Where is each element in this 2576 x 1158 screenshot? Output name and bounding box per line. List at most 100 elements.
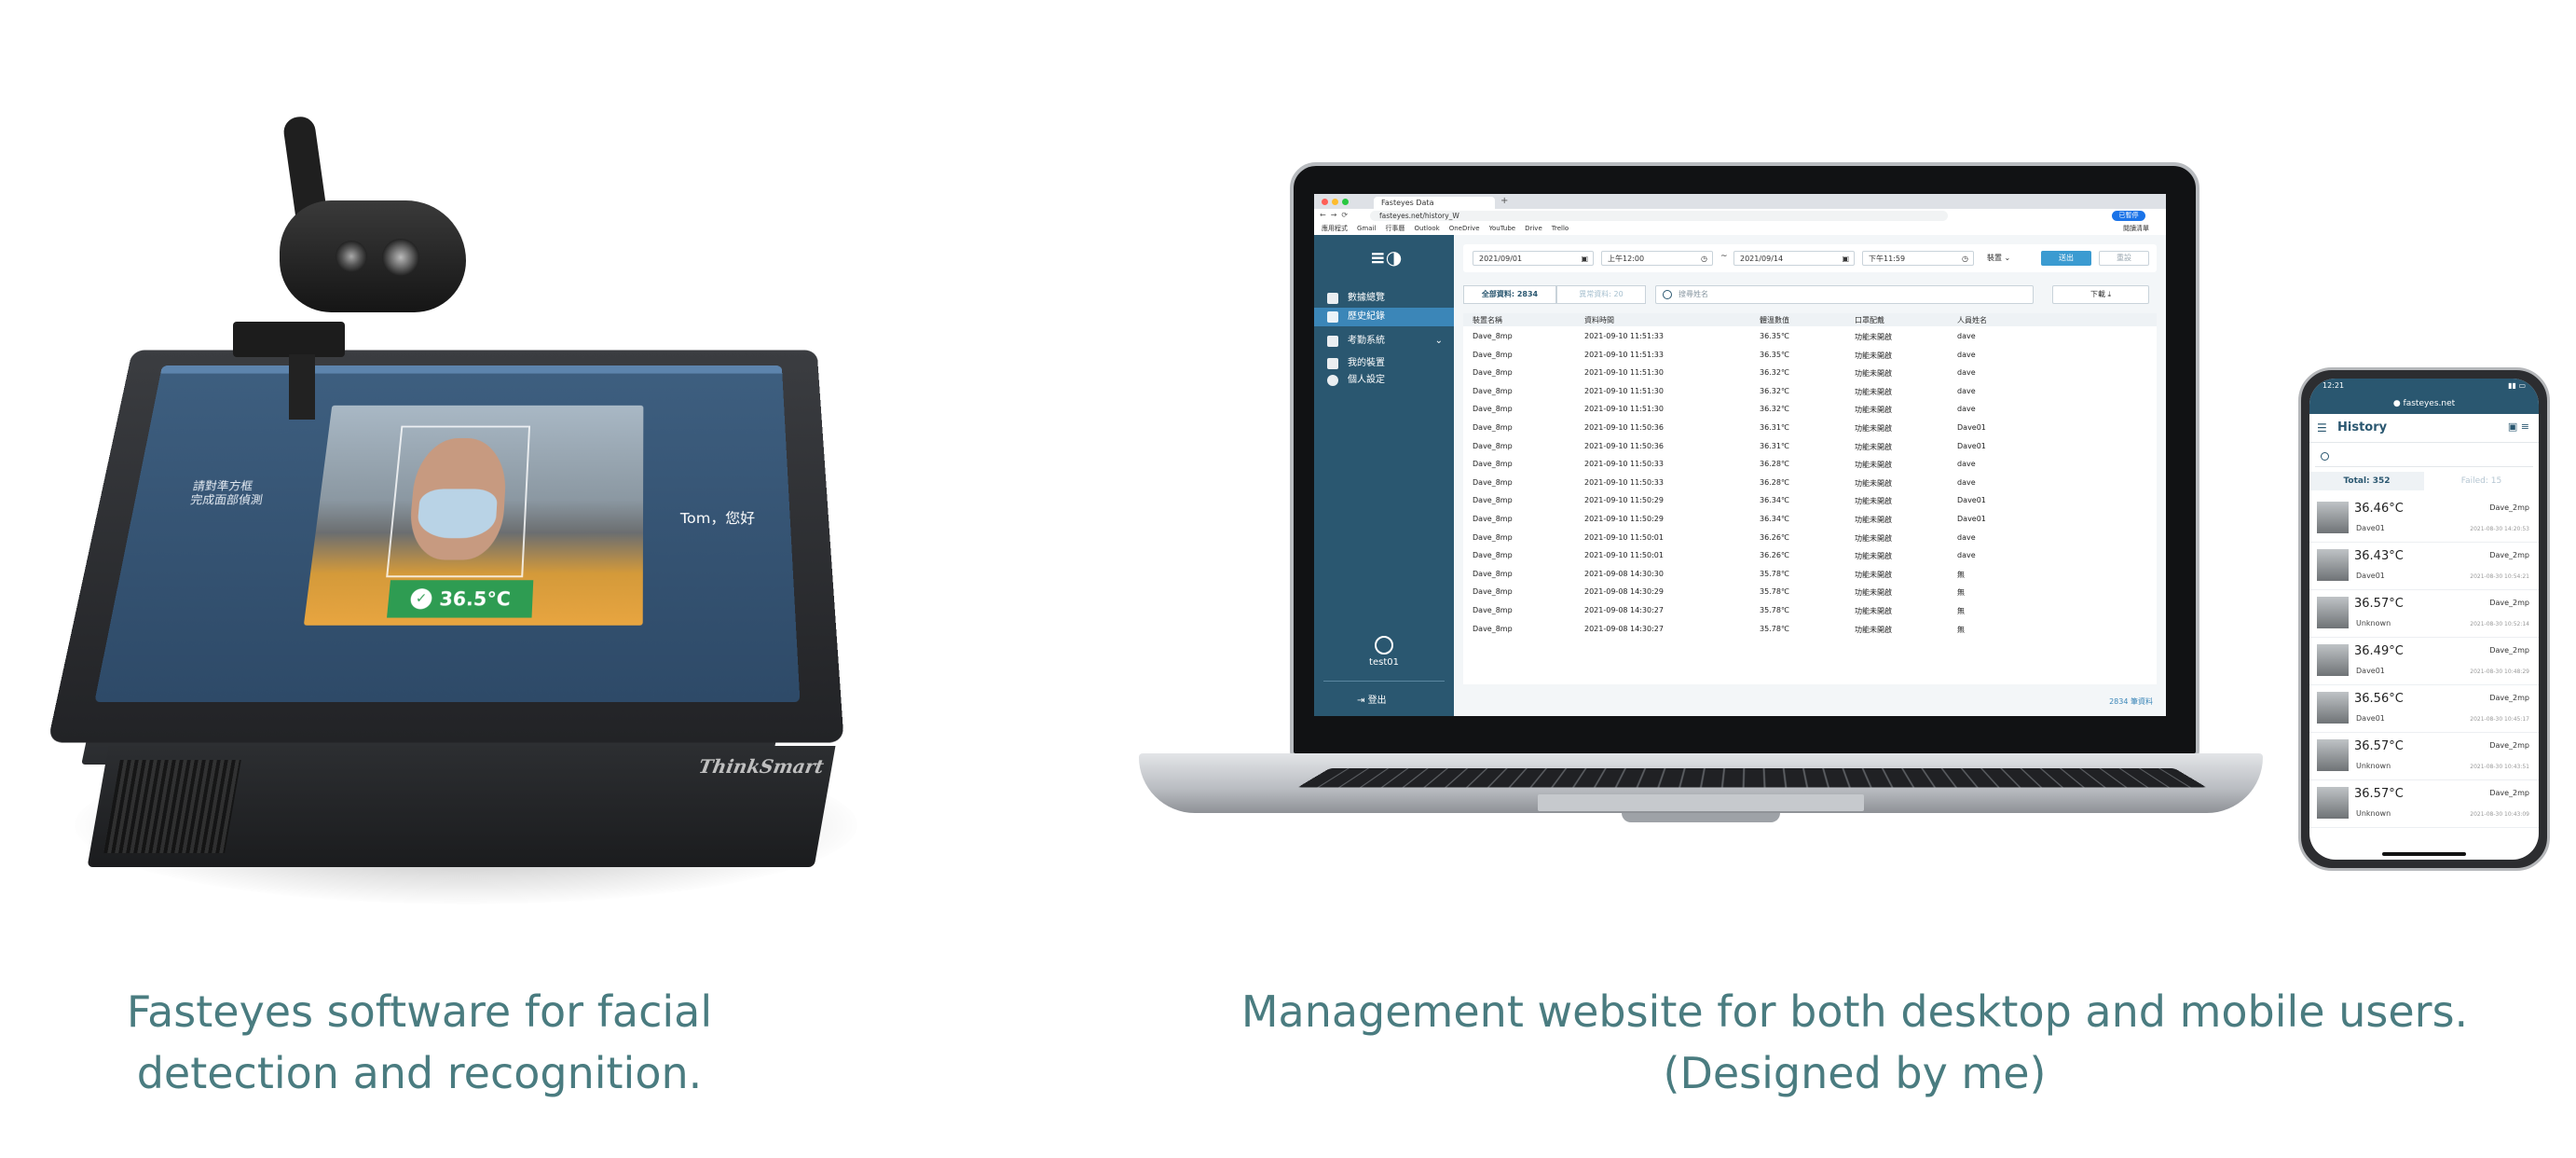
start-date-input[interactable]: 2021/09/01 ▣ bbox=[1473, 251, 1594, 266]
column-header[interactable]: 口罩配戴 bbox=[1855, 315, 1884, 325]
record-name: Dave01 bbox=[2356, 714, 2385, 723]
table-cell: 無 bbox=[1957, 607, 1965, 615]
list-item[interactable]: 36.46°C Dave01 Dave_2mp 2021-08-30 14:20:53 bbox=[2309, 494, 2539, 543]
table-cell: 無 bbox=[1957, 625, 1965, 634]
browser-tab[interactable]: Fasteyes Data bbox=[1374, 197, 1495, 209]
filter-icon[interactable]: ≡ bbox=[2521, 420, 2529, 433]
phone-search-input[interactable] bbox=[2315, 448, 2533, 467]
table-row[interactable]: Dave_8mp 2021-09-10 11:50:29 36.34℃ 功能未開啟 Da… bbox=[1463, 492, 2157, 511]
bookmark-item[interactable]: 閱讀清單 bbox=[2123, 223, 2149, 235]
name-search-input[interactable]: 搜尋姓名 bbox=[1655, 285, 2034, 304]
table-row[interactable]: Dave_8mp 2021-09-10 11:51:30 36.32℃ 功能未開啟 da… bbox=[1463, 401, 2157, 420]
table-cell: 2021-09-10 11:50:36 bbox=[1584, 441, 1664, 450]
sidebar-item-history[interactable]: 歷史紀錄 bbox=[1314, 308, 1454, 326]
phone-tabs: Total: 352 Failed: 15 bbox=[2309, 472, 2539, 490]
sidebar-item-settings[interactable]: 個人設定 bbox=[1314, 371, 1454, 390]
right-caption-line1: Management website for both desktop and … bbox=[1240, 986, 2469, 1037]
table-cell: 35.78℃ bbox=[1760, 606, 1789, 614]
table-cell: Dave01 bbox=[1957, 441, 1986, 450]
list-item[interactable]: 36.49°C Dave01 Dave_2mp 2021-08-30 10:48:29 bbox=[2309, 637, 2539, 685]
sidebar-item-devices[interactable]: 我的裝置 bbox=[1314, 354, 1454, 373]
end-date-input[interactable]: 2021/09/14 ▣ bbox=[1733, 251, 1855, 266]
maximize-window-icon[interactable] bbox=[1342, 199, 1349, 205]
list-item[interactable]: 36.56°C Dave01 Dave_2mp 2021-08-30 10:45:17 bbox=[2309, 684, 2539, 733]
sidebar-item-label: 數據總覽 bbox=[1348, 293, 1385, 303]
bookmark-item[interactable]: Drive bbox=[1525, 223, 1542, 235]
download-button[interactable]: 下載 ⤓ bbox=[2052, 285, 2149, 304]
table-row[interactable]: Dave_8mp 2021-09-10 11:51:30 36.32℃ 功能未開啟 da… bbox=[1463, 383, 2157, 402]
record-device: Dave_2mp bbox=[2489, 503, 2529, 512]
bookmark-item[interactable]: OneDrive bbox=[1449, 223, 1480, 235]
sidebar-item-attendance[interactable]: 考勤系統 ⌄ bbox=[1314, 332, 1454, 351]
tab-all-records[interactable]: 全部資料: 2834 bbox=[1463, 285, 1556, 304]
column-header[interactable]: 資料時間 bbox=[1584, 315, 1614, 325]
bookmark-item[interactable]: Outlook bbox=[1414, 223, 1439, 235]
calendar-icon[interactable]: ▣ bbox=[2508, 420, 2517, 433]
filter-icons[interactable]: ▣ ≡ bbox=[2508, 420, 2529, 433]
list-item[interactable]: 36.57°C Unknown Dave_2mp 2021-08-30 10:52:1… bbox=[2309, 589, 2539, 638]
chevron-down-icon: ⌄ bbox=[2004, 254, 2011, 262]
logout-button[interactable]: ⇥ 登出 bbox=[1357, 692, 1387, 706]
column-header[interactable]: 體溫數值 bbox=[1760, 315, 1789, 325]
address-bar: ←→⟳ fasteyes.net/history_W 已暫停 bbox=[1314, 209, 2166, 224]
device-select[interactable]: 裝置 ⌄ bbox=[1981, 251, 2030, 266]
calendar-icon: ▣ bbox=[1842, 255, 1849, 263]
reset-button[interactable]: 重設 bbox=[2099, 251, 2149, 266]
table-row[interactable]: Dave_8mp 2021-09-10 11:50:36 36.31℃ 功能未開啟 Da… bbox=[1463, 438, 2157, 457]
table-row[interactable]: Dave_8mp 2021-09-08 14:30:27 35.78℃ 功能未開啟 無 bbox=[1463, 602, 2157, 621]
column-header[interactable]: 人員姓名 bbox=[1957, 315, 1987, 325]
list-item[interactable]: 36.57°C Unknown Dave_2mp 2021-08-30 10:43:5… bbox=[2309, 732, 2539, 780]
table-row[interactable]: Dave_8mp 2021-09-10 11:50:33 36.28℃ 功能未開啟 da… bbox=[1463, 456, 2157, 475]
tab-failed-records[interactable]: 異常資料: 20 bbox=[1556, 285, 1646, 304]
table-cell: 2021-09-08 14:30:29 bbox=[1584, 587, 1664, 597]
stats-bar: 全部資料: 2834 異常資料: 20 搜尋姓名 下載 ⤓ bbox=[1463, 282, 2157, 308]
profile-button[interactable]: 已暫停 bbox=[2112, 211, 2145, 221]
minimize-window-icon[interactable] bbox=[1332, 199, 1338, 205]
table-row[interactable]: Dave_8mp 2021-09-10 11:51:33 36.35℃ 功能未開啟 da… bbox=[1463, 328, 2157, 347]
kiosk-device-illustration: ThinkSmart 請對準方框 完成面部偵測 ✓ 36.5°C Tom，您好 bbox=[48, 103, 857, 904]
table-row[interactable]: Dave_8mp 2021-09-10 11:50:29 36.34℃ 功能未開啟 Da… bbox=[1463, 511, 2157, 530]
home-indicator bbox=[2382, 852, 2466, 856]
record-device: Dave_2mp bbox=[2489, 599, 2529, 607]
laptop-screen: Fasteyes Data + ←→⟳ fasteyes.net/history… bbox=[1314, 194, 2166, 716]
table-row[interactable]: Dave_8mp 2021-09-10 11:51:30 36.32℃ 功能未開啟 da… bbox=[1463, 365, 2157, 383]
column-header[interactable]: 裝置名稱 bbox=[1473, 315, 1502, 325]
table-row[interactable]: Dave_8mp 2021-09-10 11:50:36 36.31℃ 功能未開啟 Da… bbox=[1463, 420, 2157, 438]
close-window-icon[interactable] bbox=[1322, 199, 1328, 205]
bookmark-item[interactable]: 應用程式 bbox=[1322, 223, 1348, 235]
table-row[interactable]: Dave_8mp 2021-09-10 11:50:33 36.28℃ 功能未開啟 da… bbox=[1463, 475, 2157, 493]
table-cell: Dave_8mp bbox=[1473, 477, 1513, 487]
bookmark-item[interactable]: 行事曆 bbox=[1385, 223, 1404, 235]
table-row[interactable]: Dave_8mp 2021-09-10 11:50:01 36.26℃ 功能未開啟 da… bbox=[1463, 530, 2157, 548]
sidebar-item-label: 考勤系統 bbox=[1348, 336, 1385, 346]
tab-total[interactable]: Total: 352 bbox=[2309, 472, 2424, 490]
list-item[interactable]: 36.57°C Unknown Dave_2mp 2021-08-30 10:43:0… bbox=[2309, 779, 2539, 828]
phone-url-bar[interactable]: ● fasteyes.net bbox=[2309, 393, 2539, 414]
table-cell: 無 bbox=[1957, 588, 1965, 598]
start-time-input[interactable]: 上午12:00 ◷ bbox=[1601, 251, 1713, 266]
url-field[interactable]: fasteyes.net/history_W bbox=[1370, 211, 1948, 221]
sidebar-user[interactable]: test01 bbox=[1361, 636, 1407, 668]
phone-header: ☰ History ▣ ≡ bbox=[2309, 414, 2539, 443]
record-name: Unknown bbox=[2356, 762, 2391, 770]
record-temperature: 36.56°C bbox=[2354, 692, 2404, 706]
table-row[interactable]: Dave_8mp 2021-09-08 14:30:29 35.78℃ 功能未開啟 無 bbox=[1463, 584, 2157, 602]
table-row[interactable]: Dave_8mp 2021-09-08 14:30:30 35.78℃ 功能未開啟 無 bbox=[1463, 566, 2157, 585]
sidebar: ≡◑ 數據總覽 歷史紀錄 考勤系統 ⌄ 我的裝置 個人設定 test01 ⇥ 登 bbox=[1314, 235, 1454, 716]
table-row[interactable]: Dave_8mp 2021-09-10 11:51:33 36.35℃ 功能未開啟 da… bbox=[1463, 347, 2157, 365]
table-cell: 2021-09-10 11:50:29 bbox=[1584, 496, 1664, 505]
table-row[interactable]: Dave_8mp 2021-09-08 14:30:27 35.78℃ 功能未開啟 無 bbox=[1463, 621, 2157, 640]
new-tab-icon[interactable]: + bbox=[1500, 196, 1508, 206]
bookmark-item[interactable]: YouTube bbox=[1489, 223, 1515, 235]
bookmark-item[interactable]: Gmail bbox=[1357, 223, 1376, 235]
end-time-input[interactable]: 下午11:59 ◷ bbox=[1862, 251, 1974, 266]
bookmark-item[interactable]: Trello bbox=[1552, 223, 1569, 235]
list-item[interactable]: 36.43°C Dave01 Dave_2mp 2021-08-30 10:54:21 bbox=[2309, 542, 2539, 590]
submit-button[interactable]: 送出 bbox=[2041, 251, 2091, 266]
kiosk-vents bbox=[103, 760, 241, 853]
nav-arrows-icon[interactable]: ←→⟳ bbox=[1320, 211, 1352, 219]
tab-failed[interactable]: Failed: 15 bbox=[2424, 472, 2539, 490]
sidebar-item-overview[interactable]: 數據總覽 bbox=[1314, 289, 1454, 308]
menu-icon[interactable]: ☰ bbox=[2317, 421, 2327, 434]
table-row[interactable]: Dave_8mp 2021-09-10 11:50:01 36.26℃ 功能未開啟 da… bbox=[1463, 547, 2157, 566]
